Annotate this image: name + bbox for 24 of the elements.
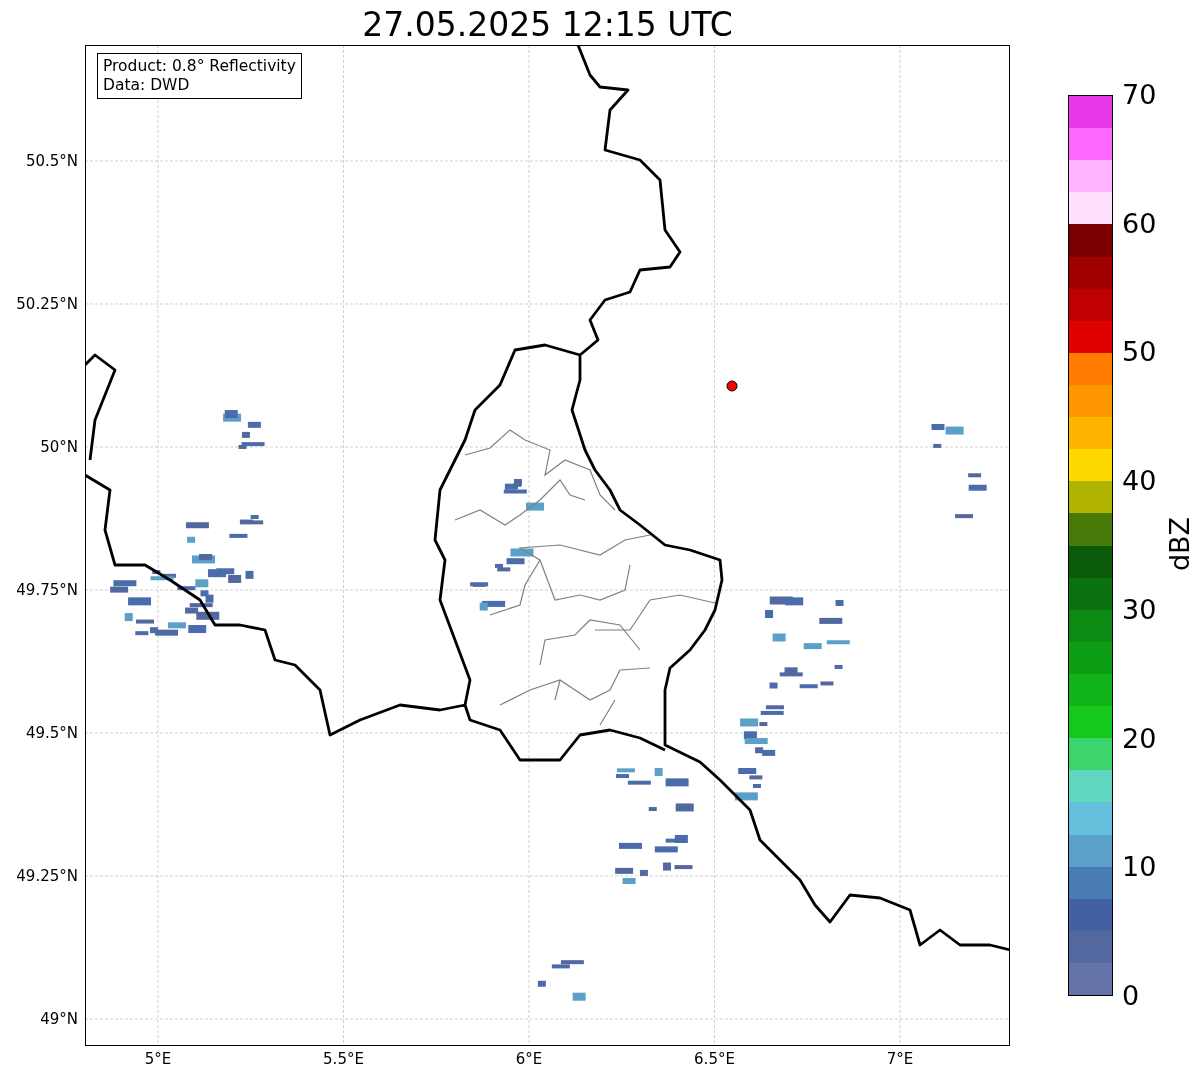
- latitude-label: 49.5°N: [24, 724, 78, 742]
- latitude-label: 49.75°N: [15, 581, 78, 599]
- longitude-label: 5°E: [143, 1050, 173, 1068]
- longitude-label: 6°E: [514, 1050, 544, 1068]
- colorbar-tick-label: 0: [1122, 980, 1140, 1012]
- colorbar-label: dBZ: [1163, 515, 1196, 574]
- colorbar-tick-label: 20: [1122, 722, 1157, 755]
- colorbar-tick-label: 30: [1122, 593, 1157, 626]
- latitude-label: 49°N: [39, 1010, 78, 1028]
- colorbar-tick-label: 10: [1122, 851, 1157, 884]
- longitude-label: 6.5°E: [693, 1050, 736, 1068]
- chart-title: 27.05.2025 12:15 UTC: [361, 4, 734, 46]
- location-marker: [726, 380, 738, 392]
- info-box: Product: 0.8° Reflectivity Data: DWD: [97, 53, 302, 99]
- colorbar-tick-label: 70: [1122, 79, 1157, 111]
- longitude-label: 5.5°E: [322, 1050, 365, 1068]
- latitude-label: 49.25°N: [15, 867, 78, 885]
- latitude-label: 50°N: [39, 438, 78, 456]
- colorbar-tick-label: 60: [1122, 207, 1157, 240]
- colorbar-tick-label: 50: [1122, 336, 1157, 369]
- latitude-label: 50.5°N: [24, 152, 78, 170]
- latitude-label: 50.25°N: [15, 295, 78, 313]
- longitude-label: 7°E: [885, 1050, 915, 1068]
- colorbar-tick-label: 40: [1122, 465, 1157, 498]
